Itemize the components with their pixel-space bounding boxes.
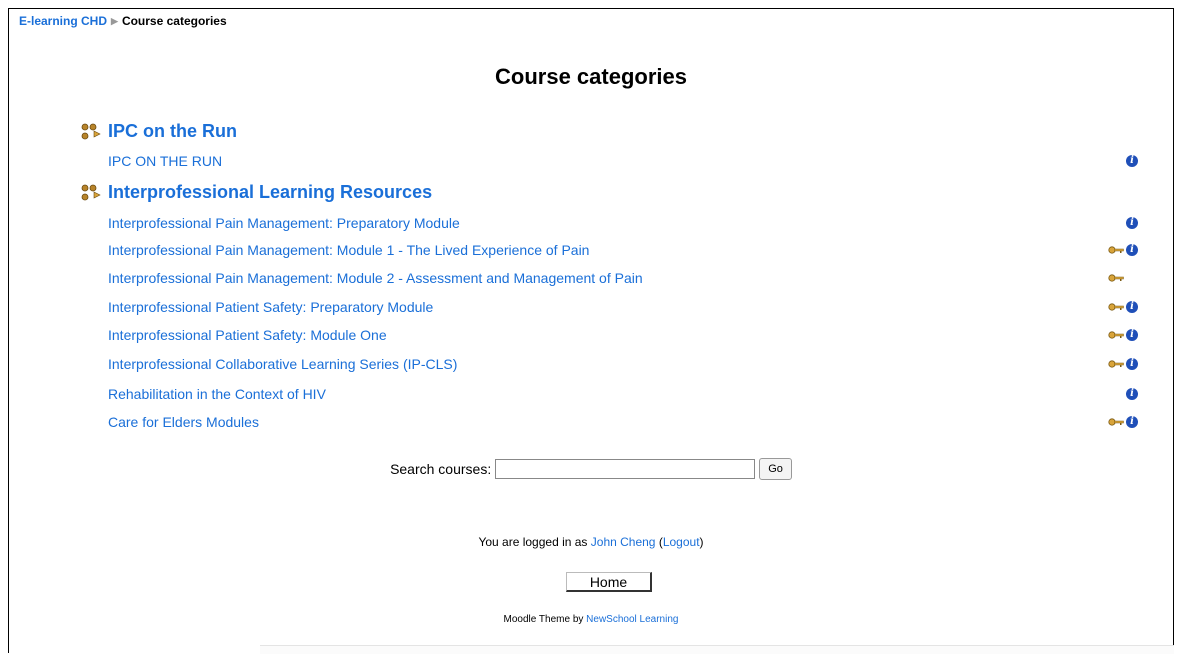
course-link[interactable]: Interprofessional Pain Management: Modul… [108, 270, 643, 286]
key-icon[interactable] [1108, 273, 1124, 283]
course-row: Interprofessional Collaborative Learning… [108, 354, 1138, 374]
key-icon[interactable] [1108, 302, 1124, 312]
login-info: You are logged in as John Cheng (Logout) [0, 535, 1182, 549]
category-interprofessional-learning-resources: Interprofessional Learning Resources [80, 182, 432, 203]
key-icon[interactable] [1108, 330, 1124, 340]
course-icons: i [1126, 217, 1138, 229]
course-icons: i [1108, 244, 1138, 256]
home-button[interactable]: Home [566, 572, 652, 592]
info-icon[interactable]: i [1126, 416, 1138, 428]
category-icon [81, 184, 101, 200]
key-icon[interactable] [1108, 359, 1124, 369]
footer-prefix: Moodle Theme by [503, 614, 587, 625]
key-icon[interactable] [1108, 245, 1124, 255]
course-icons: i [1108, 358, 1138, 370]
info-icon[interactable]: i [1126, 388, 1138, 400]
info-icon[interactable]: i [1126, 329, 1138, 341]
course-icons [1108, 273, 1124, 283]
course-link[interactable]: Interprofessional Collaborative Learning… [108, 356, 457, 372]
info-icon[interactable]: i [1126, 358, 1138, 370]
login-prefix: You are logged in as [478, 535, 591, 549]
course-row: IPC ON THE RUN i [108, 151, 1138, 171]
course-link[interactable]: Interprofessional Patient Safety: Module… [108, 327, 387, 343]
course-link[interactable]: Care for Elders Modules [108, 414, 259, 430]
course-row: Interprofessional Patient Safety: Module… [108, 325, 1138, 345]
category-ipc-on-the-run: IPC on the Run [80, 121, 237, 142]
info-icon[interactable]: i [1126, 244, 1138, 256]
course-link[interactable]: Interprofessional Pain Management: Prepa… [108, 215, 460, 231]
course-icons: i [1108, 416, 1138, 428]
course-link[interactable]: Interprofessional Patient Safety: Prepar… [108, 299, 433, 315]
breadcrumb: E-learning CHD ▶ Course categories [19, 14, 227, 28]
category-link[interactable]: Interprofessional Learning Resources [108, 182, 432, 203]
info-icon[interactable]: i [1126, 155, 1138, 167]
course-icons: i [1108, 329, 1138, 341]
breadcrumb-separator: ▶ [111, 15, 118, 26]
breadcrumb-home-link[interactable]: E-learning CHD [19, 14, 107, 28]
course-icons: i [1108, 301, 1138, 313]
login-close-paren: ) [699, 535, 704, 549]
course-icons: i [1126, 155, 1138, 167]
theme-credit-link[interactable]: NewSchool Learning [586, 614, 678, 625]
logout-link[interactable]: Logout [663, 535, 700, 549]
user-profile-link[interactable]: John Cheng [591, 535, 656, 549]
course-row: Interprofessional Pain Management: Modul… [108, 240, 1138, 260]
search-label: Search courses: [390, 461, 492, 477]
course-icons: i [1126, 388, 1138, 400]
course-row: Interprofessional Pain Management: Prepa… [108, 213, 1138, 233]
login-open-paren: ( [655, 535, 663, 549]
footer: Moodle Theme by NewSchool Learning [0, 614, 1182, 625]
search-go-button[interactable]: Go [759, 458, 792, 480]
key-icon[interactable] [1108, 417, 1124, 427]
category-link[interactable]: IPC on the Run [108, 121, 237, 142]
info-icon[interactable]: i [1126, 217, 1138, 229]
course-row: Interprofessional Pain Management: Modul… [108, 268, 1138, 288]
search-courses: Search courses: Go [0, 458, 1182, 480]
breadcrumb-current: Course categories [121, 14, 227, 28]
info-icon[interactable]: i [1126, 301, 1138, 313]
page-title: Course categories [495, 64, 687, 89]
course-row: Care for Elders Modules i [108, 412, 1138, 432]
course-link[interactable]: Interprofessional Pain Management: Modul… [108, 242, 589, 258]
course-link[interactable]: Rehabilitation in the Context of HIV [108, 386, 326, 402]
search-input[interactable] [495, 459, 756, 479]
course-link[interactable]: IPC ON THE RUN [108, 153, 222, 169]
category-icon [81, 123, 101, 139]
course-row: Rehabilitation in the Context of HIV i [108, 384, 1138, 404]
course-row: Interprofessional Patient Safety: Prepar… [108, 297, 1138, 317]
